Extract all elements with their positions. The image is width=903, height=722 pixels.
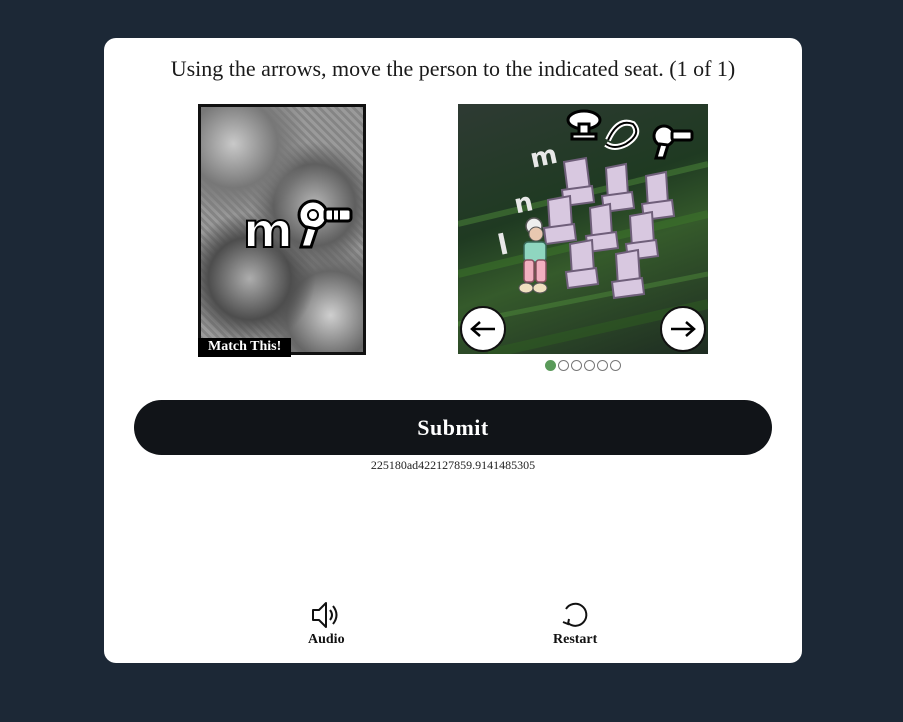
pagination-dot (571, 360, 582, 371)
row-letter-n: n (511, 187, 535, 220)
arrow-left-icon (470, 321, 495, 337)
restart-button[interactable]: Restart (553, 600, 597, 648)
speaker-icon (312, 602, 338, 628)
restart-label: Restart (553, 632, 598, 647)
hair-dryer-icon (652, 124, 694, 160)
reference-image: m (198, 104, 366, 355)
trophy-icon (566, 109, 602, 141)
captcha-card: Using the arrows, move the person to the… (104, 38, 802, 663)
row-letter-m: m (528, 140, 561, 175)
audio-button[interactable]: Audio (308, 600, 345, 648)
arrow-right-icon (671, 321, 696, 337)
pagination-dots (545, 360, 621, 371)
match-this-label: Match This! (198, 338, 292, 357)
pagination-dot (597, 360, 608, 371)
next-arrow-button[interactable] (660, 306, 706, 352)
rope-icon (604, 119, 640, 150)
pagination-dot (584, 360, 595, 371)
reference-letter: m (243, 203, 293, 259)
reference-seat-icon: m (242, 199, 353, 259)
session-id-text: 225180ad422127859.9141485305 (370, 458, 536, 472)
row-letter-l: l (495, 228, 511, 262)
submit-button[interactable]: Submit (134, 400, 772, 455)
previous-arrow-button[interactable] (460, 306, 506, 352)
pagination-dot (545, 360, 556, 371)
audio-label: Audio (308, 632, 345, 647)
seat-scene: m n l (458, 104, 708, 354)
restart-icon (562, 602, 588, 627)
hair-dryer-icon (297, 199, 353, 249)
pagination-dot (558, 360, 569, 371)
instruction-text: Using the arrows, move the person to the… (170, 56, 736, 81)
pagination-dot (610, 360, 621, 371)
